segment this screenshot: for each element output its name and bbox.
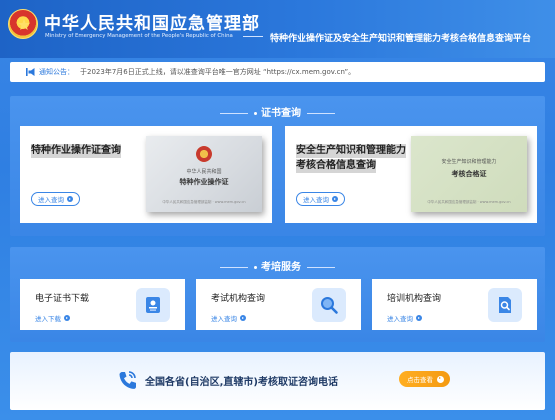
enter-query-link[interactable]: 进入查询: [387, 313, 422, 323]
enter-download-link[interactable]: 进入下载: [35, 313, 70, 323]
ministry-title-en: Ministry of Emergency Management of the …: [45, 33, 233, 39]
e-certificate-download-card[interactable]: 电子证书下载 进入下载: [20, 279, 185, 330]
search-icon: [312, 288, 346, 322]
consultation-phone-text: 全国各省(自治区,直辖市)考核取证咨询电话: [145, 377, 338, 388]
platform-title: 特种作业操作证及安全生产知识和管理能力考核合格信息查询平台: [270, 34, 532, 44]
arrow-right-icon: [332, 196, 338, 202]
enter-query-button[interactable]: 进入查询: [296, 192, 345, 206]
speaker-icon: [26, 68, 35, 76]
enter-query-link[interactable]: 进入查询: [211, 313, 246, 323]
training-institution-query-card[interactable]: 培训机构查询 进入查询: [372, 279, 537, 330]
certificate-icon: [136, 288, 170, 322]
notice-bar: 通知公告： 于2023年7月6日正式上线，请以准查询平台唯一官方网址 “http…: [10, 62, 545, 82]
exam-training-service-panel: 考培服务 电子证书下载 进入下载 考试机构查询 进入查询 培训机构查询 进入查询: [10, 247, 545, 342]
service-section-title: 考培服务: [10, 258, 545, 273]
arrow-right-icon: [240, 315, 246, 321]
arrow-right-icon: [67, 196, 73, 202]
header-divider: [243, 36, 263, 37]
enter-query-button[interactable]: 进入查询: [31, 192, 80, 206]
cert-card-title-line1: 安全生产知识和管理能力: [296, 144, 406, 158]
certificate-image: 安全生产知识和管理能力 考核合格证 中华人民共和国应急管理部监制 · www.m…: [411, 136, 527, 212]
national-emblem-icon: [8, 9, 38, 39]
arrow-right-icon: [416, 315, 422, 321]
cert-section-title: 证书查询: [10, 104, 545, 119]
cert-query-panel: 证书查询 特种作业操作证查询 进入查询 中华人民共和国 特种作业操作证 中华人民…: [10, 96, 545, 236]
safety-knowledge-cert-card[interactable]: 安全生产知识和管理能力 考核合格信息查询 进入查询 安全生产知识和管理能力 考核…: [285, 126, 537, 223]
site-header: 中华人民共和国应急管理部 Ministry of Emergency Manag…: [0, 0, 555, 58]
special-operation-cert-card[interactable]: 特种作业操作证查询 进入查询 中华人民共和国 特种作业操作证 中华人民共和国应急…: [20, 126, 272, 223]
cert-card-title: 特种作业操作证查询: [31, 144, 121, 158]
arrow-right-icon: [64, 315, 70, 321]
emblem-seal-icon: [196, 146, 212, 162]
document-search-icon: [488, 288, 522, 322]
certificate-image: 中华人民共和国 特种作业操作证 中华人民共和国应急管理部监制 · www.mem…: [146, 136, 262, 212]
exam-institution-query-card[interactable]: 考试机构查询 进入查询: [196, 279, 361, 330]
view-phone-button[interactable]: 点击查看: [399, 371, 450, 387]
notice-label: 通知公告：: [39, 68, 74, 76]
phone-icon: [116, 369, 138, 395]
arrow-right-icon: [437, 375, 444, 383]
notice-text[interactable]: 于2023年7月6日正式上线，请以准查询平台唯一官方网址 “https://cx…: [80, 67, 355, 77]
ministry-title: 中华人民共和国应急管理部: [44, 14, 260, 34]
cert-card-title-line2: 考核合格信息查询: [296, 159, 376, 173]
consultation-phone-bar: 全国各省(自治区,直辖市)考核取证咨询电话 点击查看: [10, 352, 545, 410]
